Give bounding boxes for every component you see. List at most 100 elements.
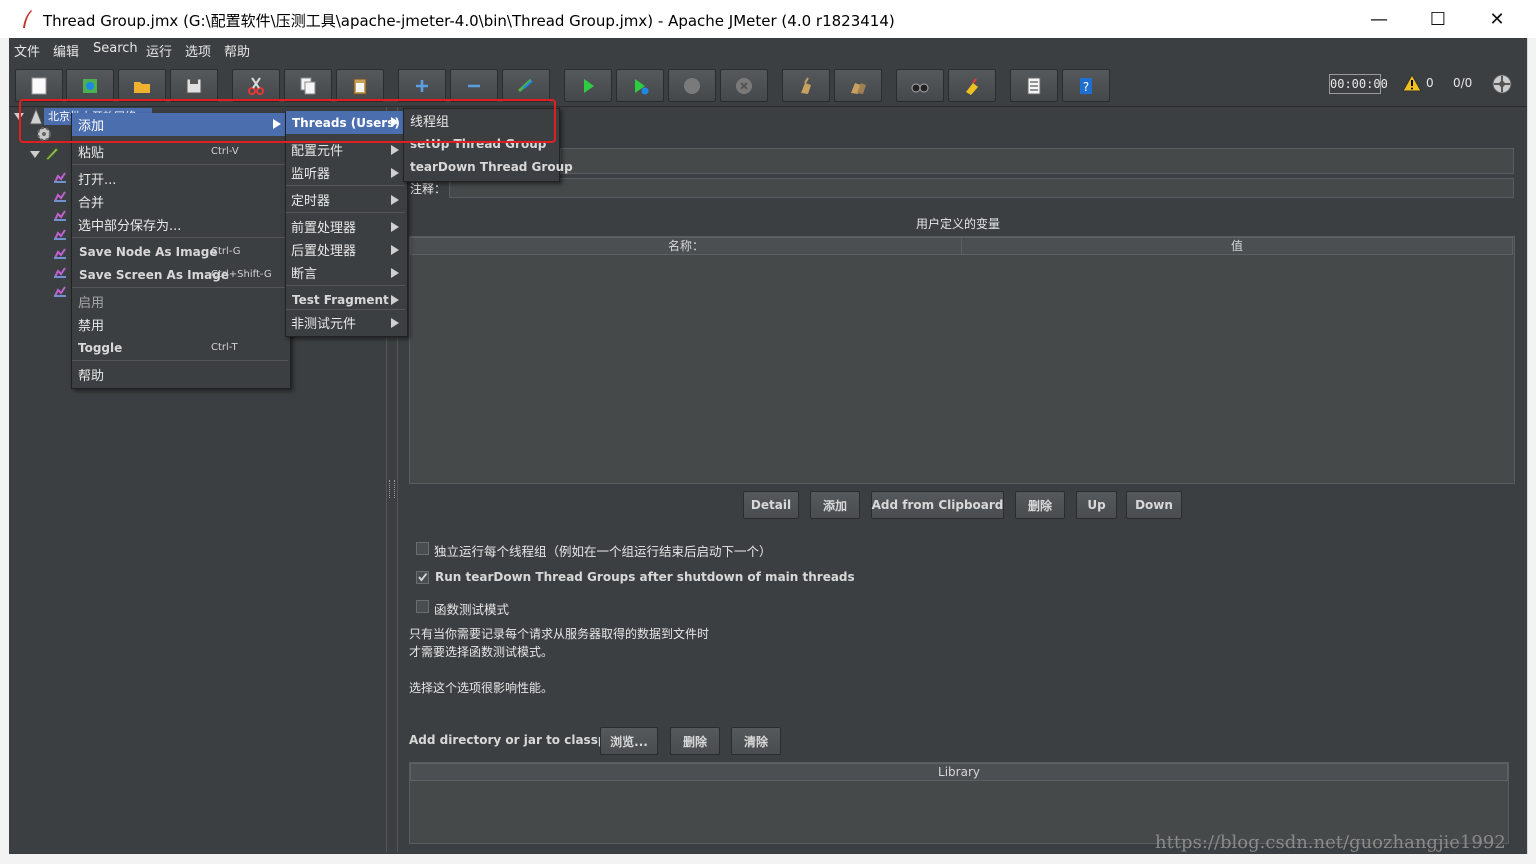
- stop-button[interactable]: [668, 69, 716, 102]
- menu-help[interactable]: 帮助: [224, 41, 250, 60]
- copy-icon: [300, 77, 316, 94]
- add-from-clipboard-button[interactable]: Add from Clipboard: [871, 491, 1004, 519]
- functional-mode-checkbox[interactable]: [416, 600, 429, 613]
- column-header-name[interactable]: 名称：: [410, 237, 962, 255]
- submenu-item-pre-processor[interactable]: 前置处理器: [291, 215, 356, 238]
- templates-button[interactable]: [66, 69, 114, 102]
- help-button[interactable]: ?: [1062, 69, 1110, 102]
- menu-separator: [286, 185, 405, 186]
- save-node-image-shortcut: Ctrl-G: [211, 246, 241, 257]
- splitter-grip[interactable]: [389, 480, 395, 498]
- submenu-item-test-fragment[interactable]: Test Fragment: [292, 288, 389, 311]
- tree-expand-icon[interactable]: [30, 149, 40, 159]
- maximize-button[interactable]: ☐: [1409, 0, 1467, 38]
- detail-button[interactable]: Detail: [743, 491, 799, 519]
- browse-button[interactable]: 浏览...: [600, 727, 658, 755]
- submenu-arrow-icon: [391, 168, 399, 178]
- binoculars-icon: [911, 83, 929, 92]
- submenu-item-listener[interactable]: 监听器: [291, 161, 330, 184]
- teardown-checkbox[interactable]: [416, 571, 429, 584]
- shutdown-icon: [736, 77, 752, 94]
- submenu-item-timer[interactable]: 定时器: [291, 188, 330, 211]
- menu-search[interactable]: Search: [93, 41, 138, 56]
- submenu-item-non-test-elements[interactable]: 非测试元件: [291, 311, 356, 334]
- down-button[interactable]: Down: [1126, 491, 1182, 519]
- open-icon: [134, 81, 150, 93]
- submenu-item-label: 前置处理器: [291, 221, 357, 236]
- menu-item-label: 选中部分保存为...: [78, 219, 182, 234]
- variables-title: 用户定义的变量: [916, 217, 1001, 231]
- broom-all-icon: [851, 82, 866, 94]
- comment-label: 注释：: [410, 182, 447, 196]
- menu-item-label: Save Screen As Image: [79, 267, 229, 282]
- functional-note-line3: 选择这个选项很影响性能。: [409, 681, 554, 695]
- expand-button[interactable]: [398, 69, 446, 102]
- reset-search-button[interactable]: [948, 69, 996, 102]
- comment-field[interactable]: [449, 178, 1514, 198]
- paste-shortcut: Ctrl-V: [211, 146, 239, 157]
- menu-file[interactable]: 文件: [14, 41, 40, 60]
- menu-item-merge[interactable]: 合并: [78, 190, 104, 213]
- serial-threadgroups-checkbox[interactable]: [416, 542, 429, 555]
- library-header[interactable]: Library: [410, 763, 1508, 781]
- up-button[interactable]: Up: [1076, 491, 1117, 519]
- classpath-clear-button[interactable]: 清除: [731, 727, 781, 755]
- search-button[interactable]: [896, 69, 944, 102]
- menu-separator: [72, 287, 288, 288]
- submenu-item-assertion[interactable]: 断言: [291, 261, 317, 284]
- start-button[interactable]: [564, 69, 612, 102]
- menu-item-label: 启用: [78, 296, 105, 311]
- open-button[interactable]: [118, 69, 166, 102]
- warning-icon[interactable]: [1402, 74, 1422, 92]
- menu-item-label: 粘贴: [78, 146, 105, 161]
- menu-item-save-selection-as[interactable]: 选中部分保存为...: [78, 213, 181, 236]
- copy-button[interactable]: [284, 69, 332, 102]
- menu-separator: [72, 360, 288, 361]
- warning-count: 0: [1426, 76, 1434, 90]
- remote-status-icon: [1492, 74, 1512, 94]
- submenu-item-label: 断言: [291, 267, 318, 282]
- close-button[interactable]: ✕: [1468, 0, 1526, 38]
- menu-item-open[interactable]: 打开...: [78, 167, 116, 190]
- menu-item-paste[interactable]: 粘贴: [78, 140, 104, 163]
- menu-item-toggle[interactable]: Toggle: [78, 336, 122, 359]
- shutdown-button[interactable]: [720, 69, 768, 102]
- collapse-button[interactable]: [450, 69, 498, 102]
- add-button[interactable]: 添加: [810, 491, 860, 519]
- submenu-item-label: Test Fragment: [292, 292, 389, 307]
- menu-options[interactable]: 选项: [185, 41, 211, 60]
- save-screen-image-shortcut: Ctrl+Shift-G: [211, 269, 272, 280]
- menu-run[interactable]: 运行: [146, 41, 172, 60]
- submenu-item-post-processor[interactable]: 后置处理器: [291, 238, 356, 261]
- submenu-item-label: 非测试元件: [291, 317, 357, 332]
- maximize-icon: ☐: [1429, 8, 1447, 30]
- function-helper-button[interactable]: [1010, 69, 1058, 102]
- menu-separator: [72, 164, 288, 165]
- variables-table[interactable]: [409, 236, 1515, 484]
- start-no-timers-button[interactable]: [616, 69, 664, 102]
- delete-button[interactable]: 删除: [1015, 491, 1065, 519]
- clear-all-button[interactable]: [834, 69, 882, 102]
- new-button[interactable]: [15, 69, 63, 102]
- submenu-item-teardown-thread-group[interactable]: tearDown Thread Group: [410, 155, 573, 178]
- minimize-button[interactable]: —: [1350, 0, 1408, 38]
- submenu-arrow-icon: [391, 268, 399, 278]
- menu-separator: [286, 212, 405, 213]
- menu-item-help[interactable]: 帮助: [78, 363, 104, 386]
- column-header-value[interactable]: 值: [961, 237, 1513, 255]
- classpath-delete-button[interactable]: 删除: [670, 727, 720, 755]
- cut-button[interactable]: [232, 69, 280, 102]
- paste-button[interactable]: [336, 69, 384, 102]
- submenu-item-label: 后置处理器: [291, 244, 357, 259]
- menu-item-save-node-image[interactable]: Save Node As Image: [79, 240, 217, 263]
- menu-item-save-screen-image[interactable]: Save Screen As Image: [79, 263, 229, 286]
- cut-icon: [248, 76, 264, 95]
- name-field[interactable]: [560, 148, 1514, 174]
- menu-item-disable[interactable]: 禁用: [78, 313, 104, 336]
- save-button[interactable]: [170, 69, 218, 102]
- menu-edit[interactable]: 编辑: [53, 41, 79, 60]
- menu-item-enable[interactable]: 启用: [78, 290, 104, 313]
- toggle-button[interactable]: [502, 69, 550, 102]
- clear-button[interactable]: [782, 69, 830, 102]
- toggle-shortcut: Ctrl-T: [211, 342, 238, 353]
